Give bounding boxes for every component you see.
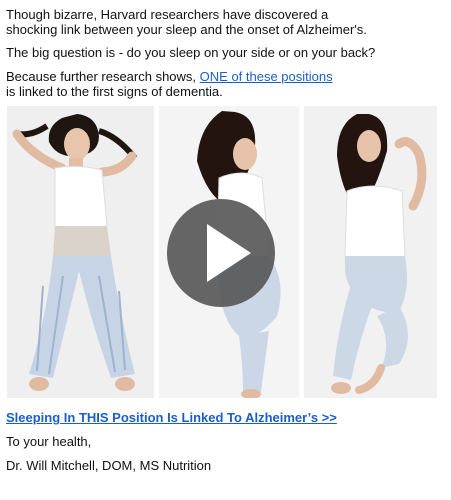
intro-text: Though bizarre, Harvard researchers have… [6, 7, 367, 37]
play-button[interactable] [167, 199, 275, 307]
question-text: The big question is - do you sleep on yo… [6, 45, 376, 60]
leg-bent-sleeping-woman [304, 106, 437, 398]
back-sleeping-woman [7, 106, 154, 398]
intro-line-1: Though bizarre, Harvard researchers have… [6, 7, 329, 22]
alzheimers-position-link[interactable]: Sleeping In THIS Position Is Linked To A… [6, 410, 337, 425]
signature-text: Dr. Will Mitchell, DOM, MS Nutrition [6, 458, 212, 473]
positions-link[interactable]: ONE of these positions [200, 69, 333, 84]
intro-line-2: shocking link between your sleep and the… [6, 22, 367, 37]
closing-text: To your health, [6, 434, 92, 449]
research-suffix: is linked to the first signs of dementia… [6, 84, 223, 99]
research-text: Because further research shows, ONE of t… [6, 69, 333, 99]
video-thumbnail[interactable] [7, 106, 437, 398]
research-prefix: Because further research shows, [6, 69, 200, 84]
